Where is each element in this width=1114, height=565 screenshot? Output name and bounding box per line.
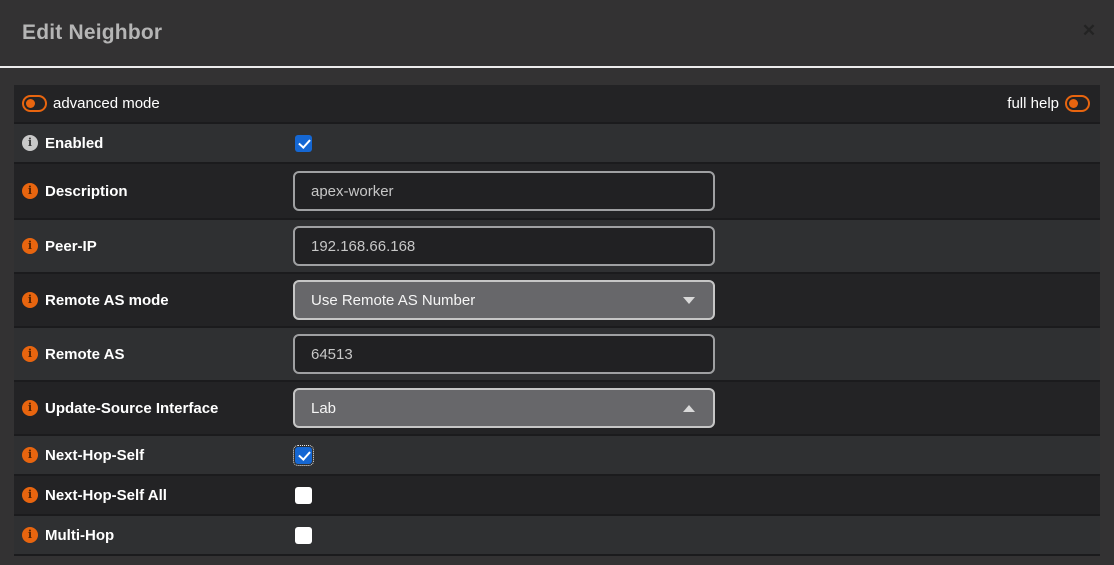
field-label: Update-Source Interface [45,400,218,417]
caret-up-icon [683,405,695,412]
advanced-mode-toggle-icon[interactable] [22,95,47,112]
field-label: Enabled [45,135,103,152]
update-source-interface-select[interactable]: Lab [293,388,715,428]
page-title: Edit Neighbor [22,21,162,45]
full-help-label: full help [1007,95,1059,112]
remote-as-mode-select[interactable]: Use Remote AS Number [293,280,715,320]
info-icon[interactable]: i [22,447,38,463]
info-icon[interactable]: i [22,346,38,362]
multi-hop-checkbox[interactable] [295,527,312,544]
info-icon[interactable]: i [22,238,38,254]
form-row-remote-as: i Remote AS [14,328,1100,382]
next-hop-self-checkbox[interactable] [295,447,312,464]
field-label: Remote AS [45,346,124,363]
form-row-update-source-interface: i Update-Source Interface Lab [14,382,1100,436]
field-label: Description [45,183,128,200]
info-icon[interactable]: i [22,487,38,503]
enabled-checkbox[interactable] [295,135,312,152]
form-row-peer-ip: i Peer-IP [14,220,1100,274]
advanced-mode-label: advanced mode [53,95,160,112]
field-label: Next-Hop-Self [45,447,144,464]
modal-body: advanced mode full help i Enabled i Desc… [0,68,1114,556]
edit-neighbor-form: advanced mode full help i Enabled i Desc… [14,85,1100,556]
field-label: Peer-IP [45,238,97,255]
modal-header: Edit Neighbor ✕ [0,0,1114,68]
remote-as-input[interactable] [293,334,715,374]
info-icon[interactable]: i [22,400,38,416]
advanced-mode-control[interactable]: advanced mode [22,95,160,112]
full-help-toggle-icon[interactable] [1065,95,1090,112]
info-icon[interactable]: i [22,183,38,199]
form-toolbar-row: advanced mode full help [14,85,1100,124]
form-row-next-hop-self: i Next-Hop-Self [14,436,1100,476]
info-icon[interactable]: i [22,135,38,151]
form-row-enabled: i Enabled [14,124,1100,164]
info-icon[interactable]: i [22,292,38,308]
form-row-multi-hop: i Multi-Hop [14,516,1100,556]
selected-option-label: Use Remote AS Number [311,292,475,309]
selected-option-label: Lab [311,400,336,417]
field-label: Remote AS mode [45,292,169,309]
form-row-remote-as-mode: i Remote AS mode Use Remote AS Number [14,274,1100,328]
field-label: Next-Hop-Self All [45,487,167,504]
form-row-next-hop-self-all: i Next-Hop-Self All [14,476,1100,516]
info-icon[interactable]: i [22,527,38,543]
full-help-control[interactable]: full help [1007,95,1090,112]
close-icon[interactable]: ✕ [1078,20,1100,42]
field-label: Multi-Hop [45,527,114,544]
peer-ip-input[interactable] [293,226,715,266]
description-input[interactable] [293,171,715,211]
caret-down-icon [683,297,695,304]
form-row-description: i Description [14,164,1100,220]
next-hop-self-all-checkbox[interactable] [295,487,312,504]
